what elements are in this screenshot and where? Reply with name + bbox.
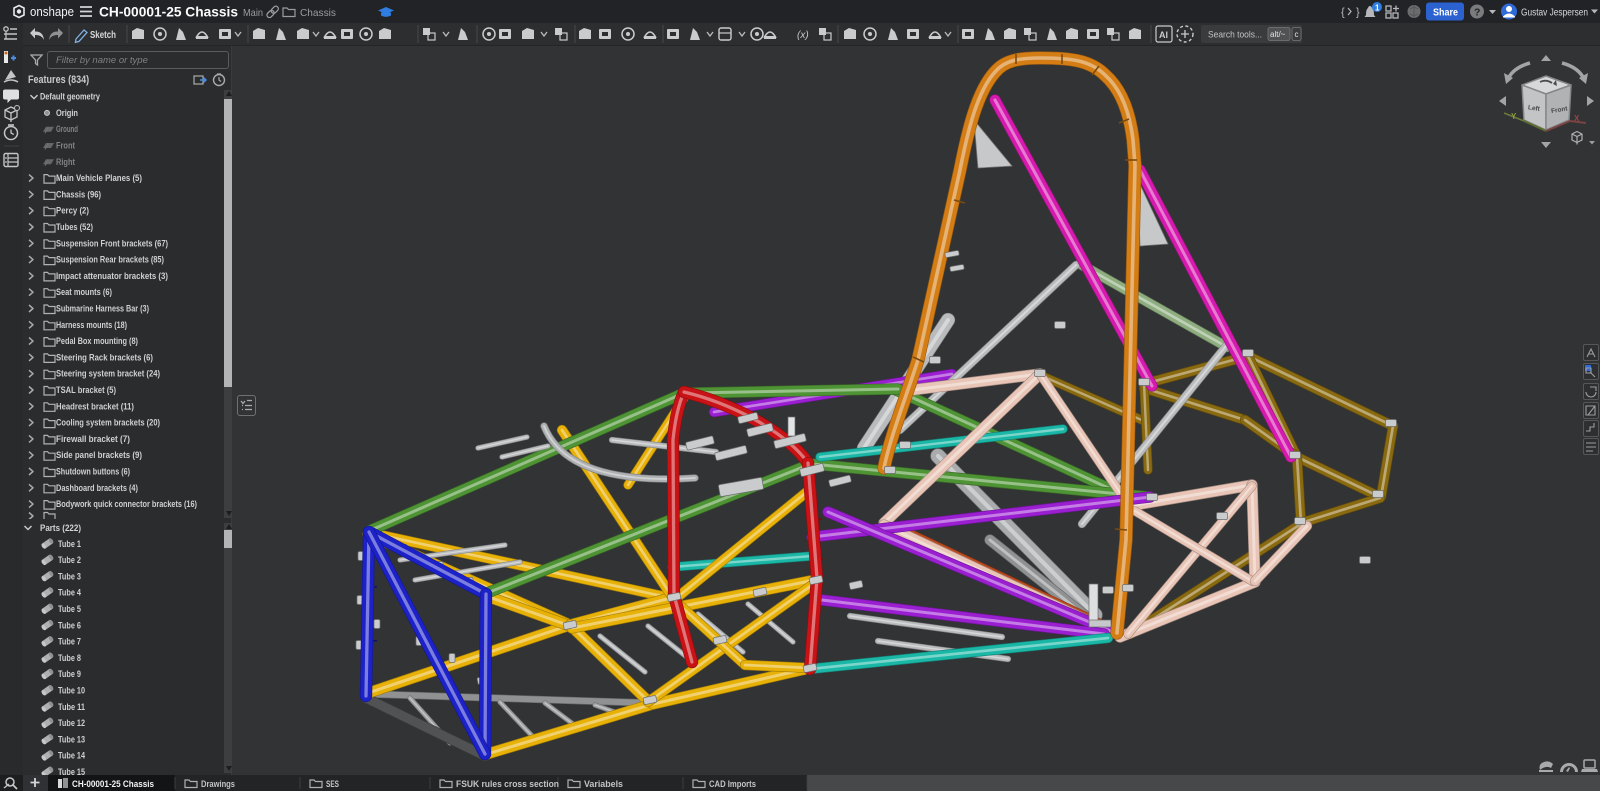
- svg-text:Cooling system brackets (20): Cooling system brackets (20): [56, 418, 160, 428]
- svg-text:Tube 11: Tube 11: [58, 702, 85, 712]
- svg-text:Suspension Front brackets (67): Suspension Front brackets (67): [56, 238, 168, 248]
- svg-text:Ground: Ground: [56, 124, 78, 134]
- svg-text:Firewall bracket (7): Firewall bracket (7): [56, 434, 130, 444]
- svg-text:Harness mounts (18): Harness mounts (18): [56, 320, 127, 330]
- svg-text:Steering Rack brackets (6): Steering Rack brackets (6): [56, 352, 153, 362]
- svg-text:Drawings: Drawings: [201, 779, 235, 790]
- svg-text:Right: Right: [56, 157, 75, 167]
- svg-text:Tube 10: Tube 10: [58, 686, 85, 696]
- svg-text:Gustav Jespersen: Gustav Jespersen: [1521, 7, 1588, 19]
- svg-text:Shutdown buttons (6): Shutdown buttons (6): [56, 467, 130, 477]
- svg-text:CAD Imports: CAD Imports: [709, 779, 756, 790]
- svg-text:Chassis: Chassis: [300, 7, 336, 19]
- svg-text:Suspension Rear brackets (85): Suspension Rear brackets (85): [56, 255, 164, 265]
- svg-text:Tube 3: Tube 3: [58, 571, 81, 581]
- svg-text:Tube 1: Tube 1: [58, 539, 81, 549]
- svg-text:SES: SES: [326, 779, 339, 790]
- svg-text:}: }: [1356, 7, 1360, 19]
- svg-text:Steering system bracket (24): Steering system bracket (24): [56, 369, 160, 379]
- svg-text:onshape: onshape: [30, 5, 74, 19]
- svg-text:Sketch: Sketch: [90, 29, 116, 41]
- svg-text:CH-00001-25 Chassis: CH-00001-25 Chassis: [99, 4, 238, 20]
- svg-text:Main Vehicle Planes (5): Main Vehicle Planes (5): [56, 173, 142, 183]
- svg-text:Tube 2: Tube 2: [58, 555, 81, 565]
- svg-text:TSAL bracket (5): TSAL bracket (5): [56, 385, 116, 395]
- svg-text:Tube 14: Tube 14: [58, 751, 85, 761]
- svg-text:Tube 6: Tube 6: [58, 620, 81, 630]
- svg-text:Y: Y: [1511, 112, 1517, 121]
- svg-text:alt/~: alt/~: [1270, 30, 1286, 39]
- svg-text:Search tools...: Search tools...: [1208, 30, 1262, 41]
- svg-text:Percy (2): Percy (2): [56, 206, 89, 216]
- svg-text:Tube 13: Tube 13: [58, 734, 85, 744]
- svg-text:Origin: Origin: [56, 108, 78, 118]
- svg-text:X: X: [1574, 114, 1580, 123]
- svg-text:c: c: [1295, 30, 1299, 39]
- svg-text:Chassis (96): Chassis (96): [56, 189, 101, 199]
- svg-text:Side panel brackets (9): Side panel brackets (9): [56, 450, 142, 460]
- svg-text:Pedal Box mounting (8): Pedal Box mounting (8): [56, 336, 138, 346]
- svg-text:Tube 7: Tube 7: [58, 637, 81, 647]
- svg-text:Front: Front: [56, 141, 75, 151]
- svg-text:Dashboard brackets (4): Dashboard brackets (4): [56, 483, 138, 493]
- svg-text:{: {: [1341, 7, 1345, 19]
- svg-text:Bodywork quick connector brack: Bodywork quick connector brackets (16): [56, 499, 197, 509]
- svg-text:Tube 9: Tube 9: [58, 669, 81, 679]
- svg-text:Variabels: Variabels: [584, 779, 623, 790]
- svg-text:Impact attenuator brackets (3): Impact attenuator brackets (3): [56, 271, 168, 281]
- svg-text:CH-00001-25 Chassis: CH-00001-25 Chassis: [72, 779, 154, 790]
- svg-text:Tube 5: Tube 5: [58, 604, 81, 614]
- svg-text:Seat mounts (6): Seat mounts (6): [56, 287, 112, 297]
- svg-text:Headrest bracket (11): Headrest bracket (11): [56, 401, 134, 411]
- svg-text:AI: AI: [1159, 30, 1168, 40]
- svg-text:FSUK rules cross section: FSUK rules cross section: [456, 779, 559, 790]
- svg-text:1: 1: [1375, 4, 1380, 13]
- svg-text:Tube 12: Tube 12: [58, 718, 85, 728]
- svg-text:(x): (x): [797, 30, 809, 41]
- svg-text:Submarine Harness Bar (3): Submarine Harness Bar (3): [56, 304, 149, 314]
- svg-text:?: ?: [1474, 7, 1480, 19]
- svg-text:Parts (222): Parts (222): [40, 523, 81, 533]
- svg-text:Main: Main: [243, 7, 263, 19]
- svg-text:Tubes (52): Tubes (52): [56, 222, 93, 232]
- svg-text:Share: Share: [1433, 7, 1458, 19]
- svg-text:Tube 8: Tube 8: [58, 653, 81, 663]
- svg-text:Default geometry: Default geometry: [40, 92, 100, 102]
- svg-text:Tube 15: Tube 15: [58, 767, 85, 775]
- svg-text:Tube 4: Tube 4: [58, 588, 81, 598]
